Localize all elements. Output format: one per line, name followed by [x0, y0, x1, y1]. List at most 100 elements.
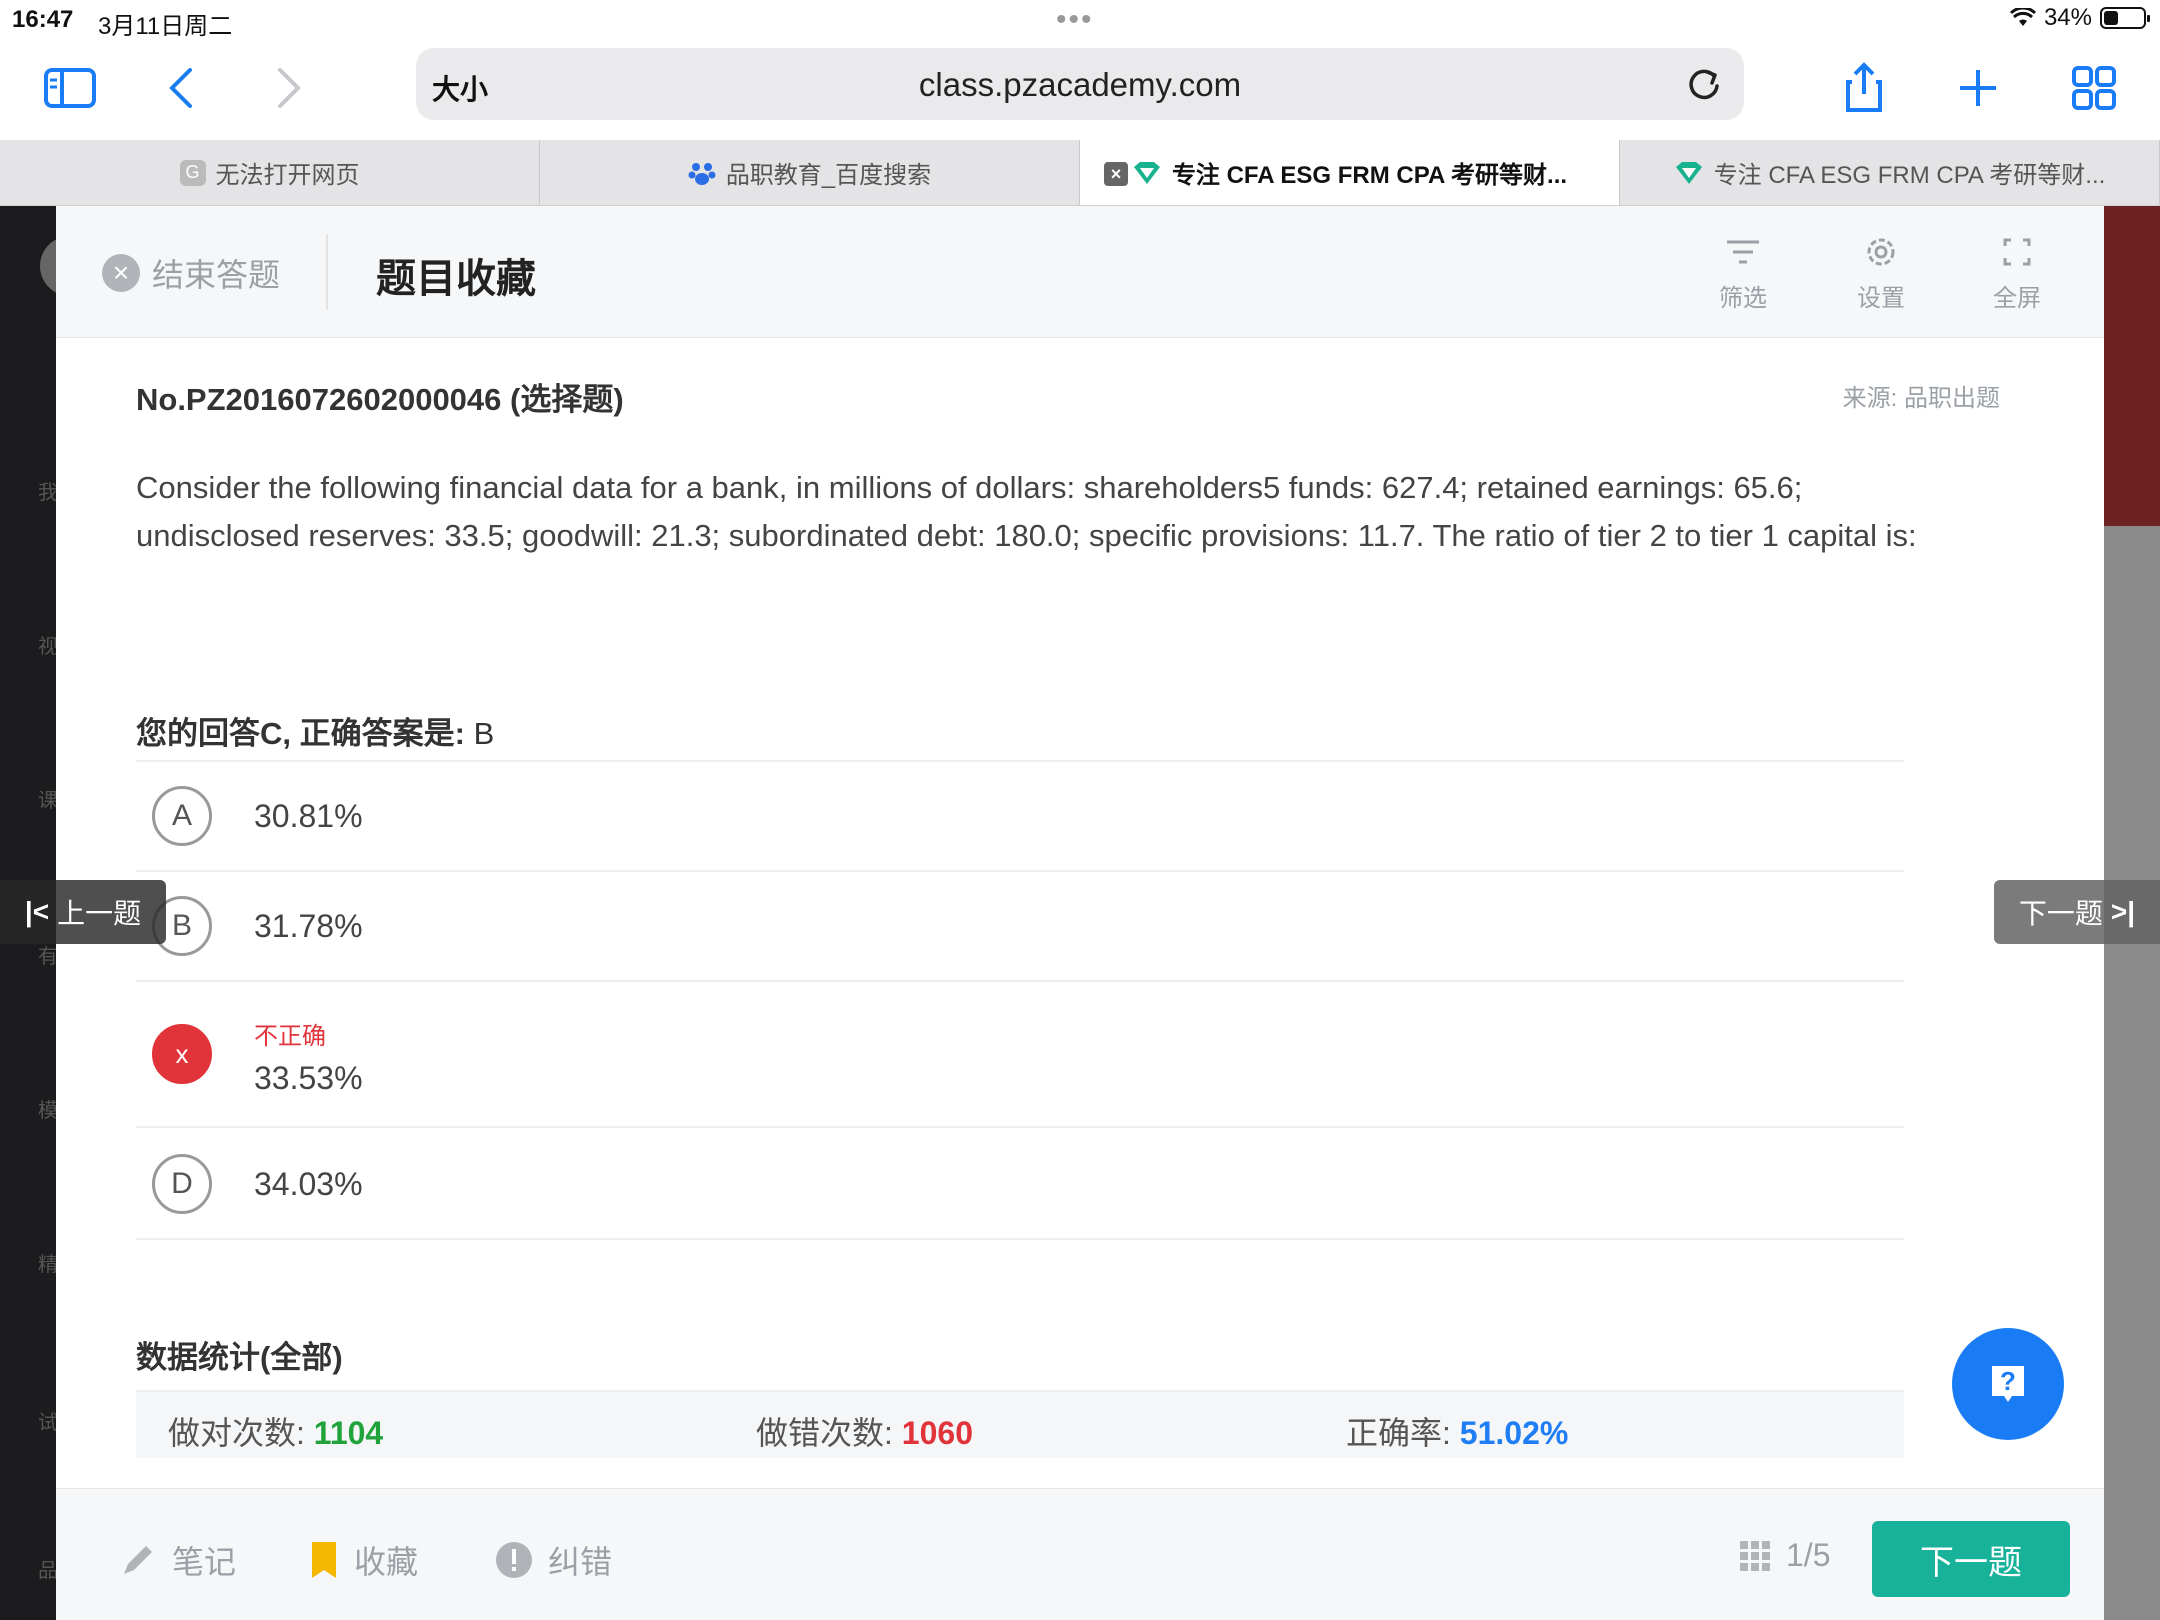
- status-date: 3月11日周二: [98, 13, 233, 40]
- filter-button[interactable]: 筛选: [1698, 232, 1788, 313]
- tab-label: 专注 CFA ESG FRM CPA 考研等财...: [1171, 162, 1568, 189]
- browser-tab[interactable]: 专注 CFA ESG FRM CPA 考研等财...: [1620, 140, 2160, 205]
- pencil-icon: [124, 1546, 152, 1574]
- tab-bar: G 无法打开网页 品职教育_百度搜索 × 专注 CFA ESG FRM CPA …: [0, 140, 2160, 206]
- option-letter: D: [152, 1154, 212, 1214]
- multitasking-dots-icon[interactable]: •••: [1056, 5, 1094, 35]
- browser-tab[interactable]: 品职教育_百度搜索: [540, 140, 1080, 205]
- progress-label: 1/5: [1786, 1537, 1831, 1573]
- browser-toolbar: 大小 class.pzacademy.com: [0, 40, 2160, 140]
- option-text: 31.78%: [254, 908, 363, 944]
- prev-label: 上一题: [57, 898, 142, 929]
- tab-label: 无法打开网页: [215, 162, 360, 189]
- tab-overview-icon[interactable]: [2064, 58, 2124, 118]
- option-list: A 30.81% B 31.78% x 不正确 33.53% D 34.03%: [136, 760, 1904, 1240]
- report-label: 纠错: [548, 1544, 613, 1580]
- filter-label: 筛选: [1719, 285, 1767, 312]
- option-d[interactable]: D 34.03%: [136, 1128, 1904, 1240]
- bookmark-icon: [312, 1542, 336, 1578]
- battery-percent: 34%: [2043, 4, 2092, 31]
- option-text: 34.03%: [254, 1166, 363, 1202]
- bg-label: 视: [38, 636, 58, 658]
- first-page-icon: |<: [24, 896, 50, 927]
- report-error-button[interactable]: 纠错: [494, 1537, 612, 1583]
- browser-tab[interactable]: G 无法打开网页: [0, 140, 540, 205]
- favorite-label: 收藏: [354, 1544, 419, 1580]
- option-c[interactable]: x 不正确 33.53%: [136, 982, 1904, 1128]
- note-button[interactable]: 笔记: [118, 1537, 236, 1583]
- settings-label: 设置: [1857, 285, 1905, 312]
- correct-answer: B: [473, 716, 495, 751]
- status-time: 16:47: [12, 6, 74, 33]
- stat-value: 51.02%: [1459, 1415, 1569, 1451]
- incorrect-flag: 不正确: [254, 1023, 326, 1050]
- question-number: No.PZ2016072602000046 (选择题): [136, 382, 624, 417]
- battery-icon: [2100, 7, 2150, 29]
- fullscreen-label: 全屏: [1993, 285, 2041, 312]
- option-b[interactable]: B 31.78%: [136, 872, 1904, 982]
- bg-label: 试: [38, 1412, 58, 1434]
- stat-label: 做错次数:: [756, 1415, 902, 1451]
- stat-value: 1104: [313, 1415, 384, 1451]
- close-circle-icon: ×: [102, 254, 140, 292]
- status-right: 34%: [2009, 4, 2150, 32]
- svg-text:?: ?: [2000, 1366, 2016, 1396]
- gear-icon: [1867, 238, 1895, 266]
- end-quiz-button[interactable]: × 结束答题: [102, 250, 280, 296]
- panel-header: × 结束答题 题目收藏 筛选 设置 全屏: [56, 206, 2104, 338]
- back-icon[interactable]: [152, 58, 212, 118]
- header-divider: [326, 234, 328, 310]
- question-text: Consider the following financial data fo…: [136, 470, 1917, 553]
- new-tab-icon[interactable]: [1948, 58, 2008, 118]
- bg-label: 我: [38, 482, 58, 504]
- grid-icon: [1740, 1540, 1770, 1571]
- fullscreen-button[interactable]: 全屏: [1972, 232, 2062, 313]
- close-tab-icon[interactable]: ×: [1104, 162, 1128, 186]
- url-text[interactable]: class.pzacademy.com: [416, 66, 1744, 104]
- reload-icon[interactable]: [1684, 64, 1724, 104]
- question-source: 来源: 品职出题: [1842, 385, 2000, 412]
- option-letter: A: [152, 786, 212, 846]
- option-text: 30.81%: [254, 798, 363, 834]
- address-bar[interactable]: 大小 class.pzacademy.com: [416, 48, 1744, 120]
- prev-question-side-button[interactable]: |< 上一题: [0, 880, 166, 944]
- favorite-button[interactable]: 收藏: [308, 1537, 418, 1583]
- wrong-mark-icon: x: [152, 1024, 212, 1084]
- next-label: 下一题: [2018, 898, 2103, 929]
- bg-label: 有: [38, 946, 58, 968]
- help-button[interactable]: ?: [1952, 1328, 2064, 1440]
- browser-tab-active[interactable]: × 专注 CFA ESG FRM CPA 考研等财...: [1080, 140, 1620, 205]
- status-bar: 16:47 3月11日周二 ••• 34%: [0, 0, 2160, 40]
- tab-label: 专注 CFA ESG FRM CPA 考研等财...: [1713, 162, 2106, 189]
- bg-label: 品: [38, 1560, 58, 1582]
- share-icon[interactable]: [1834, 58, 1894, 118]
- filter-icon: [1727, 240, 1759, 264]
- bg-label: 精: [38, 1254, 58, 1276]
- forward-icon[interactable]: [258, 58, 318, 118]
- answer-summary: 您的回答C, 正确答案是: B: [136, 708, 494, 753]
- alert-icon: [496, 1542, 532, 1578]
- settings-button[interactable]: 设置: [1836, 232, 1926, 313]
- bg-label: 课: [38, 790, 58, 812]
- stat-correct: 做对次数: 1104: [168, 1408, 383, 1454]
- tab-label: 品职教育_百度搜索: [725, 162, 932, 189]
- question-panel: × 结束答题 题目收藏 筛选 设置 全屏 No.PZ20160726020000…: [56, 206, 2104, 1620]
- next-question-button[interactable]: 下一题: [1872, 1521, 2070, 1597]
- end-quiz-label: 结束答题: [152, 257, 281, 293]
- pz-icon: [1133, 161, 1160, 184]
- stat-wrong: 做错次数: 1060: [756, 1408, 973, 1454]
- stats-title: 数据统计(全部): [136, 1340, 343, 1375]
- wifi-icon: [2009, 8, 2036, 26]
- google-favicon-icon: G: [179, 159, 206, 186]
- background-right-banner: [2104, 206, 2160, 526]
- sidebar-toggle-icon[interactable]: [40, 58, 100, 118]
- fullscreen-icon: [2003, 238, 2031, 266]
- note-label: 笔记: [172, 1544, 237, 1580]
- last-page-icon: >|: [2110, 896, 2136, 927]
- option-a[interactable]: A 30.81%: [136, 762, 1904, 872]
- question-help-icon: ?: [1992, 1366, 2024, 1402]
- stats-bar: 做对次数: 1104 做错次数: 1060 正确率: 51.02%: [136, 1390, 1904, 1458]
- question-progress[interactable]: 1/5: [1738, 1537, 1830, 1574]
- bg-label: 模: [38, 1100, 58, 1122]
- next-question-side-button[interactable]: 下一题 >|: [1994, 880, 2160, 944]
